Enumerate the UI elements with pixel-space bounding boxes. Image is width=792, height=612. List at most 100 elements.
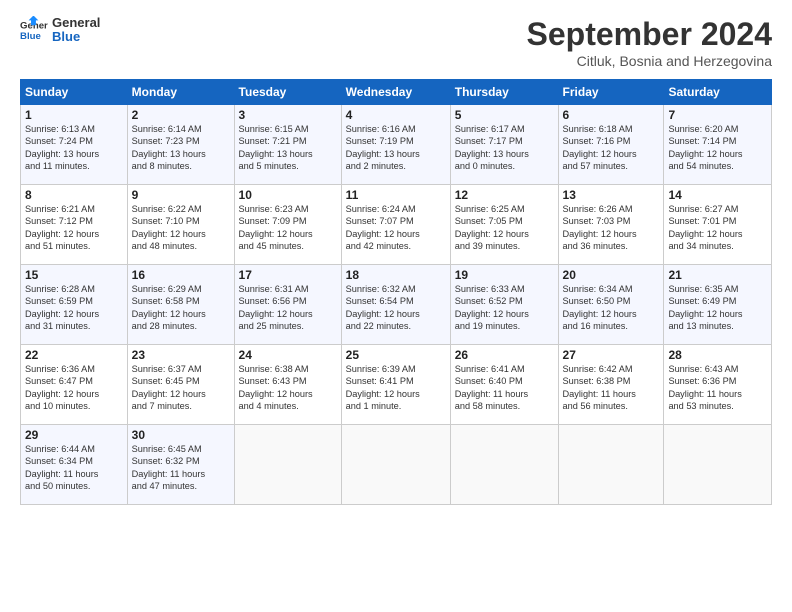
day-number: 27: [563, 348, 660, 362]
table-row: 24Sunrise: 6:38 AM Sunset: 6:43 PM Dayli…: [234, 345, 341, 425]
day-number: 5: [455, 108, 554, 122]
day-detail: Sunrise: 6:38 AM Sunset: 6:43 PM Dayligh…: [239, 363, 337, 413]
table-row: 18Sunrise: 6:32 AM Sunset: 6:54 PM Dayli…: [341, 265, 450, 345]
table-row: 25Sunrise: 6:39 AM Sunset: 6:41 PM Dayli…: [341, 345, 450, 425]
calendar-week-row: 29Sunrise: 6:44 AM Sunset: 6:34 PM Dayli…: [21, 425, 772, 505]
table-row: [341, 425, 450, 505]
table-row: 27Sunrise: 6:42 AM Sunset: 6:38 PM Dayli…: [558, 345, 664, 425]
day-detail: Sunrise: 6:35 AM Sunset: 6:49 PM Dayligh…: [668, 283, 767, 333]
table-row: [664, 425, 772, 505]
day-number: 4: [346, 108, 446, 122]
title-block: September 2024 Citluk, Bosnia and Herzeg…: [527, 16, 772, 69]
day-detail: Sunrise: 6:15 AM Sunset: 7:21 PM Dayligh…: [239, 123, 337, 173]
logo: General Blue General Blue: [20, 16, 100, 45]
day-detail: Sunrise: 6:34 AM Sunset: 6:50 PM Dayligh…: [563, 283, 660, 333]
col-saturday: Saturday: [664, 80, 772, 105]
day-number: 23: [132, 348, 230, 362]
col-sunday: Sunday: [21, 80, 128, 105]
day-number: 28: [668, 348, 767, 362]
table-row: [558, 425, 664, 505]
day-number: 30: [132, 428, 230, 442]
table-row: 22Sunrise: 6:36 AM Sunset: 6:47 PM Dayli…: [21, 345, 128, 425]
table-row: 12Sunrise: 6:25 AM Sunset: 7:05 PM Dayli…: [450, 185, 558, 265]
header: General Blue General Blue September 2024…: [20, 16, 772, 69]
page: General Blue General Blue September 2024…: [0, 0, 792, 612]
day-detail: Sunrise: 6:32 AM Sunset: 6:54 PM Dayligh…: [346, 283, 446, 333]
day-number: 16: [132, 268, 230, 282]
day-number: 7: [668, 108, 767, 122]
day-number: 12: [455, 188, 554, 202]
day-number: 13: [563, 188, 660, 202]
day-number: 8: [25, 188, 123, 202]
calendar-table: Sunday Monday Tuesday Wednesday Thursday…: [20, 79, 772, 505]
table-row: 28Sunrise: 6:43 AM Sunset: 6:36 PM Dayli…: [664, 345, 772, 425]
table-row: 19Sunrise: 6:33 AM Sunset: 6:52 PM Dayli…: [450, 265, 558, 345]
day-detail: Sunrise: 6:37 AM Sunset: 6:45 PM Dayligh…: [132, 363, 230, 413]
calendar-week-row: 22Sunrise: 6:36 AM Sunset: 6:47 PM Dayli…: [21, 345, 772, 425]
col-wednesday: Wednesday: [341, 80, 450, 105]
day-detail: Sunrise: 6:17 AM Sunset: 7:17 PM Dayligh…: [455, 123, 554, 173]
sub-title: Citluk, Bosnia and Herzegovina: [527, 53, 772, 69]
day-detail: Sunrise: 6:18 AM Sunset: 7:16 PM Dayligh…: [563, 123, 660, 173]
day-number: 1: [25, 108, 123, 122]
day-detail: Sunrise: 6:43 AM Sunset: 6:36 PM Dayligh…: [668, 363, 767, 413]
table-row: 1Sunrise: 6:13 AM Sunset: 7:24 PM Daylig…: [21, 105, 128, 185]
day-number: 24: [239, 348, 337, 362]
table-row: 8Sunrise: 6:21 AM Sunset: 7:12 PM Daylig…: [21, 185, 128, 265]
day-number: 11: [346, 188, 446, 202]
day-detail: Sunrise: 6:22 AM Sunset: 7:10 PM Dayligh…: [132, 203, 230, 253]
day-detail: Sunrise: 6:14 AM Sunset: 7:23 PM Dayligh…: [132, 123, 230, 173]
day-number: 29: [25, 428, 123, 442]
day-detail: Sunrise: 6:28 AM Sunset: 6:59 PM Dayligh…: [25, 283, 123, 333]
table-row: 13Sunrise: 6:26 AM Sunset: 7:03 PM Dayli…: [558, 185, 664, 265]
day-number: 14: [668, 188, 767, 202]
table-row: 21Sunrise: 6:35 AM Sunset: 6:49 PM Dayli…: [664, 265, 772, 345]
logo-icon: General Blue: [20, 16, 48, 44]
table-row: 14Sunrise: 6:27 AM Sunset: 7:01 PM Dayli…: [664, 185, 772, 265]
day-number: 9: [132, 188, 230, 202]
col-thursday: Thursday: [450, 80, 558, 105]
main-title: September 2024: [527, 16, 772, 53]
table-row: 16Sunrise: 6:29 AM Sunset: 6:58 PM Dayli…: [127, 265, 234, 345]
day-detail: Sunrise: 6:20 AM Sunset: 7:14 PM Dayligh…: [668, 123, 767, 173]
day-number: 21: [668, 268, 767, 282]
col-tuesday: Tuesday: [234, 80, 341, 105]
table-row: 2Sunrise: 6:14 AM Sunset: 7:23 PM Daylig…: [127, 105, 234, 185]
col-monday: Monday: [127, 80, 234, 105]
day-number: 10: [239, 188, 337, 202]
calendar-week-row: 8Sunrise: 6:21 AM Sunset: 7:12 PM Daylig…: [21, 185, 772, 265]
day-detail: Sunrise: 6:44 AM Sunset: 6:34 PM Dayligh…: [25, 443, 123, 493]
day-number: 20: [563, 268, 660, 282]
day-number: 25: [346, 348, 446, 362]
day-detail: Sunrise: 6:23 AM Sunset: 7:09 PM Dayligh…: [239, 203, 337, 253]
table-row: 17Sunrise: 6:31 AM Sunset: 6:56 PM Dayli…: [234, 265, 341, 345]
day-detail: Sunrise: 6:24 AM Sunset: 7:07 PM Dayligh…: [346, 203, 446, 253]
day-detail: Sunrise: 6:16 AM Sunset: 7:19 PM Dayligh…: [346, 123, 446, 173]
day-detail: Sunrise: 6:26 AM Sunset: 7:03 PM Dayligh…: [563, 203, 660, 253]
day-number: 15: [25, 268, 123, 282]
day-number: 2: [132, 108, 230, 122]
calendar-week-row: 1Sunrise: 6:13 AM Sunset: 7:24 PM Daylig…: [21, 105, 772, 185]
day-number: 6: [563, 108, 660, 122]
table-row: [450, 425, 558, 505]
day-detail: Sunrise: 6:13 AM Sunset: 7:24 PM Dayligh…: [25, 123, 123, 173]
day-number: 3: [239, 108, 337, 122]
logo-text-blue: Blue: [52, 30, 100, 44]
table-row: 4Sunrise: 6:16 AM Sunset: 7:19 PM Daylig…: [341, 105, 450, 185]
table-row: 5Sunrise: 6:17 AM Sunset: 7:17 PM Daylig…: [450, 105, 558, 185]
day-detail: Sunrise: 6:45 AM Sunset: 6:32 PM Dayligh…: [132, 443, 230, 493]
calendar-header-row: Sunday Monday Tuesday Wednesday Thursday…: [21, 80, 772, 105]
table-row: 29Sunrise: 6:44 AM Sunset: 6:34 PM Dayli…: [21, 425, 128, 505]
day-number: 17: [239, 268, 337, 282]
table-row: 15Sunrise: 6:28 AM Sunset: 6:59 PM Dayli…: [21, 265, 128, 345]
day-number: 18: [346, 268, 446, 282]
day-detail: Sunrise: 6:29 AM Sunset: 6:58 PM Dayligh…: [132, 283, 230, 333]
table-row: 6Sunrise: 6:18 AM Sunset: 7:16 PM Daylig…: [558, 105, 664, 185]
day-detail: Sunrise: 6:33 AM Sunset: 6:52 PM Dayligh…: [455, 283, 554, 333]
day-detail: Sunrise: 6:27 AM Sunset: 7:01 PM Dayligh…: [668, 203, 767, 253]
svg-text:Blue: Blue: [20, 31, 41, 42]
day-number: 26: [455, 348, 554, 362]
day-number: 22: [25, 348, 123, 362]
table-row: 23Sunrise: 6:37 AM Sunset: 6:45 PM Dayli…: [127, 345, 234, 425]
table-row: 10Sunrise: 6:23 AM Sunset: 7:09 PM Dayli…: [234, 185, 341, 265]
